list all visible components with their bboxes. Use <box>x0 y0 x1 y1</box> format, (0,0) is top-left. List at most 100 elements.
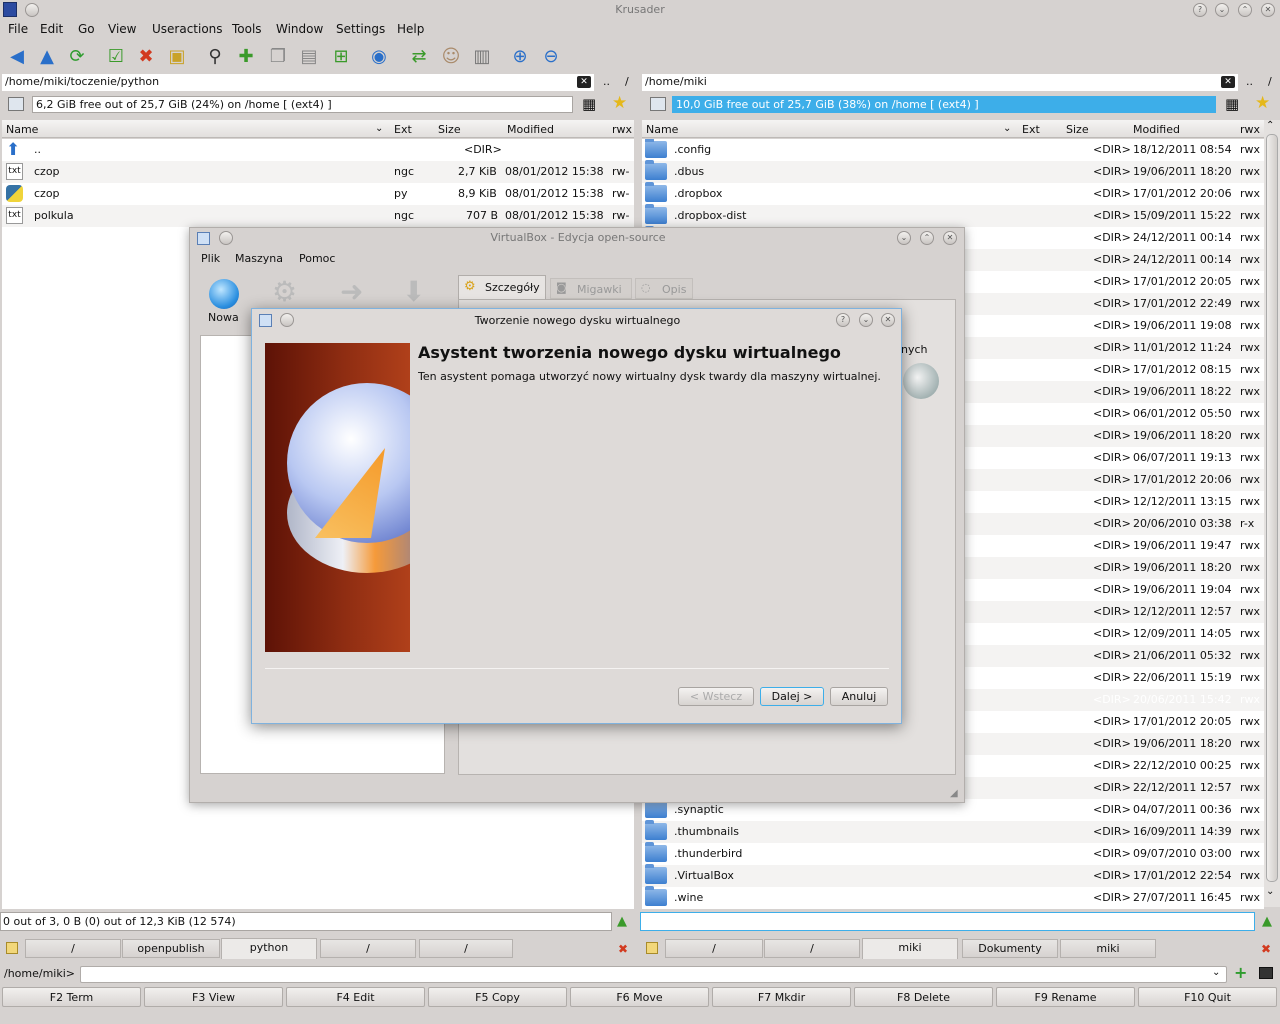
vbox-menu-plik[interactable]: Plik <box>201 252 220 265</box>
f2-term-button[interactable]: F2 Term <box>2 987 141 1007</box>
unselect-icon[interactable]: ✖ <box>133 43 159 69</box>
close-right-tab-icon[interactable]: ✖ <box>1261 942 1271 956</box>
f3-view-button[interactable]: F3 View <box>144 987 283 1007</box>
sort-chevron-icon[interactable]: ⌄ <box>1003 123 1011 134</box>
right-drive-icon[interactable] <box>650 97 666 111</box>
close-button[interactable]: ✕ <box>1261 3 1275 17</box>
table-row[interactable]: .thumbnails <DIR> 16/09/2011 14:39 rwx <box>642 820 1264 843</box>
vbox-maximize-button[interactable]: ⌃ <box>920 231 934 245</box>
table-row[interactable]: txt czop ngc 2,7 KiB 08/01/2012 15:38 rw… <box>2 161 634 183</box>
f8-delete-button[interactable]: F8 Delete <box>854 987 993 1007</box>
sync-icon[interactable]: ⇄ <box>406 43 432 69</box>
clear-right-path-icon[interactable]: ✕ <box>1221 76 1235 88</box>
col-ext[interactable]: Ext <box>394 123 412 136</box>
scroll-up-icon[interactable]: ⌃ <box>1266 120 1274 131</box>
left-tab-3[interactable]: / <box>320 939 416 958</box>
left-bookmarks-icon[interactable]: ▦ <box>582 95 596 113</box>
table-row[interactable]: .VirtualBox <DIR> 17/01/2012 22:54 rwx <box>642 864 1264 887</box>
right-path-field[interactable]: /home/miki <box>642 74 1238 91</box>
cmdline-dropdown-icon[interactable]: ⌄ <box>1212 967 1220 978</box>
left-nav-up[interactable]: .. <box>603 75 610 88</box>
cancel-button[interactable]: Anuluj <box>830 687 888 706</box>
right-nav-up[interactable]: .. <box>1246 75 1253 88</box>
tab-szczegoly[interactable]: ⚙ Szczegóły <box>458 275 546 299</box>
f5-copy-button[interactable]: F5 Copy <box>428 987 567 1007</box>
discard-arrow-icon[interactable]: ⬇ <box>402 275 425 308</box>
f7-mkdir-button[interactable]: F7 Mkdir <box>712 987 851 1007</box>
start-arrow-icon[interactable]: ➜ <box>340 275 363 308</box>
new-vm-icon[interactable] <box>209 279 239 309</box>
help-button[interactable]: ? <box>1193 3 1207 17</box>
up-icon[interactable]: ▲ <box>34 43 60 69</box>
copy-clipboard-icon[interactable]: ▣ <box>164 43 190 69</box>
right-favorites-icon[interactable]: ★ <box>1255 93 1270 113</box>
table-row[interactable]: .thunderbird <DIR> 09/07/2010 03:00 rwx <box>642 842 1264 865</box>
table-row[interactable]: .dropbox-dist <DIR> 15/09/2011 15:22 rwx <box>642 204 1264 227</box>
resize-grip-icon[interactable]: ◢ <box>950 788 958 799</box>
sort-chevron-icon[interactable]: ⌄ <box>375 123 383 134</box>
terminal-icon[interactable] <box>1259 967 1273 979</box>
menu-file[interactable]: File <box>8 22 28 36</box>
refresh-icon[interactable]: ⟳ <box>64 43 90 69</box>
left-tab-1[interactable]: openpublish <box>122 939 220 958</box>
left-tab-2[interactable]: python <box>221 938 317 959</box>
wizard-help-button[interactable]: ? <box>836 313 850 327</box>
table-row[interactable]: .dropbox <DIR> 17/01/2012 20:06 rwx <box>642 182 1264 205</box>
table-row[interactable]: .dbus <DIR> 19/06/2011 18:20 rwx <box>642 160 1264 183</box>
f6-move-button[interactable]: F6 Move <box>570 987 709 1007</box>
combine-icon[interactable]: ⊞ <box>328 43 354 69</box>
settings-icon[interactable]: ⚙ <box>272 275 297 308</box>
zoom-out-icon[interactable]: ⊖ <box>538 43 564 69</box>
tab-migawki[interactable]: ◙ Migawki <box>550 278 632 299</box>
col-size[interactable]: Size <box>438 123 461 136</box>
table-row[interactable]: .config <DIR> 18/12/2011 08:54 rwx <box>642 139 1264 161</box>
table-row[interactable]: txt polkula ngc 707 B 08/01/2012 15:38 r… <box>2 205 634 227</box>
command-line-input[interactable] <box>80 966 1227 983</box>
menu-useractions[interactable]: Useractions <box>152 22 223 36</box>
select-all-icon[interactable]: ☑ <box>103 43 129 69</box>
right-tab-1[interactable]: / <box>764 939 860 958</box>
col-rwx[interactable]: rwx <box>1240 123 1260 136</box>
close-left-tab-icon[interactable]: ✖ <box>618 942 628 956</box>
search-icon[interactable]: ⚲ <box>202 43 228 69</box>
wizard-minimize-button[interactable]: ⌄ <box>859 313 873 327</box>
right-tab-3[interactable]: Dokumenty <box>962 939 1058 958</box>
maximize-button[interactable]: ⌃ <box>1238 3 1252 17</box>
new-file-icon[interactable]: ✚ <box>233 43 259 69</box>
right-tab-0[interactable]: / <box>665 939 763 958</box>
f9-rename-button[interactable]: F9 Rename <box>996 987 1135 1007</box>
menu-window[interactable]: Window <box>276 22 323 36</box>
right-tab-2[interactable]: miki <box>862 938 958 959</box>
col-rwx[interactable]: rwx <box>612 123 632 136</box>
left-tab-4[interactable]: / <box>419 939 513 958</box>
table-row[interactable]: czop py 8,9 KiB 08/01/2012 15:38 rw- <box>2 183 634 205</box>
menu-settings[interactable]: Settings <box>336 22 385 36</box>
right-scrollbar[interactable]: ⌃ ⌄ <box>1264 120 1280 907</box>
menu-view[interactable]: View <box>108 22 136 36</box>
user-icon[interactable]: ☺ <box>438 43 464 69</box>
left-panel-active-icon[interactable]: ▲ <box>617 914 627 929</box>
new-tab-right-icon[interactable] <box>646 942 658 954</box>
vbox-close-button[interactable]: ✕ <box>943 231 957 245</box>
left-tab-0[interactable]: / <box>25 939 121 958</box>
f4-edit-button[interactable]: F4 Edit <box>286 987 425 1007</box>
menu-edit[interactable]: Edit <box>40 22 63 36</box>
right-nav-root[interactable]: / <box>1268 75 1272 88</box>
wizard-close-button[interactable]: ✕ <box>881 313 895 327</box>
col-modified[interactable]: Modified <box>1133 123 1180 136</box>
left-path-field[interactable]: /home/miki/toczenie/python <box>2 74 594 91</box>
left-nav-root[interactable]: / <box>625 75 629 88</box>
new-tab-left-icon[interactable] <box>6 942 18 954</box>
zoom-in-icon[interactable]: ⊕ <box>507 43 533 69</box>
menu-go[interactable]: Go <box>78 22 95 36</box>
trash-icon[interactable]: ▥ <box>469 43 495 69</box>
vbox-minimize-button[interactable]: ⌄ <box>897 231 911 245</box>
right-tab-4[interactable]: miki <box>1060 939 1156 958</box>
scroll-down-icon[interactable]: ⌄ <box>1266 886 1274 897</box>
table-row[interactable]: ⬆ .. <DIR> <box>2 139 634 161</box>
compare-icon[interactable]: ❐ <box>265 43 291 69</box>
next-button[interactable]: Dalej > <box>760 687 824 706</box>
minimize-button[interactable]: ⌄ <box>1215 3 1229 17</box>
left-favorites-icon[interactable]: ★ <box>612 93 627 113</box>
new-vm-label[interactable]: Nowa <box>208 311 239 324</box>
